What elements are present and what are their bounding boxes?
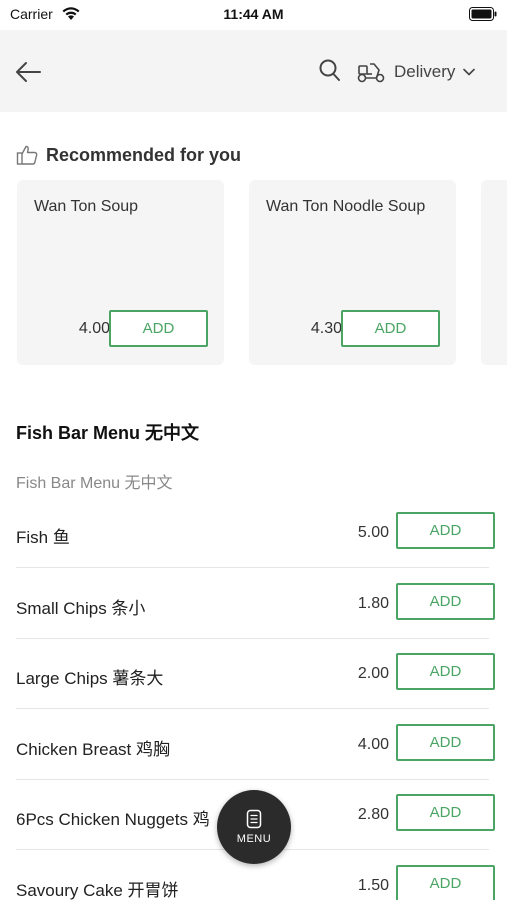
menu-item-name: Small Chips 条小 (16, 599, 146, 618)
recommended-item-name: Wan Ton Noodle Soup (266, 198, 426, 215)
status-bar: Carrier 11:44 AM (0, 0, 507, 30)
menu-fab-label: MENU (236, 833, 272, 845)
menu-item[interactable]: Fish 鱼 5.00 ADD (16, 497, 495, 568)
recommended-item-price: 4.30 (310, 320, 342, 337)
recommended-item-name: Wan Ton Soup (34, 198, 139, 215)
menu-item[interactable]: Small Chips 条小 1.80 ADD (16, 568, 495, 639)
delivery-label: Delivery (394, 62, 456, 81)
add-button[interactable]: ADD (396, 512, 495, 549)
recommended-card-partial[interactable] (481, 180, 507, 365)
menu-item-name: Savoury Cake 开胃饼 (16, 881, 179, 900)
menu-book-icon (246, 809, 262, 829)
section-title: Fish Bar Menu 无中文 (16, 423, 200, 443)
search-icon (319, 59, 340, 81)
menu-item-price: 1.50 (357, 877, 389, 894)
recommended-title: Recommended for you (46, 144, 242, 165)
recommended-card[interactable]: Wan Ton Noodle Soup 4.30 ADD (249, 180, 456, 365)
add-button[interactable]: ADD (341, 310, 440, 347)
menu-item-price: 1.80 (357, 595, 389, 612)
add-button[interactable]: ADD (109, 310, 208, 347)
scooter-icon (357, 63, 385, 83)
section-subtitle: Fish Bar Menu 无中文 (16, 475, 173, 492)
add-button[interactable]: ADD (396, 865, 495, 900)
recommended-header: Recommended for you (16, 142, 241, 168)
add-button[interactable]: ADD (396, 724, 495, 761)
menu-item-price: 5.00 (357, 524, 389, 541)
recommended-item-price: 4.00 (78, 320, 110, 337)
menu-item-price: 2.80 (357, 806, 389, 823)
menu-item-name: Chicken Breast 鸡胸 (16, 740, 170, 759)
back-button[interactable] (12, 56, 44, 88)
back-arrow-icon (16, 62, 41, 82)
menu-item-name: Large Chips 薯条大 (16, 669, 164, 688)
add-button[interactable]: ADD (396, 794, 495, 831)
search-button[interactable] (318, 58, 344, 86)
thumbs-up-icon (16, 145, 38, 165)
chevron-down-icon (463, 68, 476, 76)
add-button[interactable]: ADD (396, 583, 495, 620)
add-button[interactable]: ADD (396, 653, 495, 690)
menu-item-price: 4.00 (357, 736, 389, 753)
recommended-card[interactable]: Wan Ton Soup 4.00 ADD (17, 180, 224, 365)
nav-bar: Delivery (0, 30, 507, 112)
menu-item-name: Fish 鱼 (16, 528, 70, 547)
menu-item-price: 2.00 (357, 665, 389, 682)
menu-fab-button[interactable]: MENU (217, 790, 291, 864)
menu-item[interactable]: Large Chips 薯条大 2.00 ADD (16, 638, 495, 709)
status-time: 11:44 AM (223, 6, 284, 22)
delivery-selector[interactable]: Delivery (356, 56, 476, 88)
menu-item-name: 6Pcs Chicken Nuggets 鸡 (16, 810, 210, 829)
battery-icon (469, 7, 497, 21)
menu-item[interactable]: Chicken Breast 鸡胸 4.00 ADD (16, 709, 495, 780)
